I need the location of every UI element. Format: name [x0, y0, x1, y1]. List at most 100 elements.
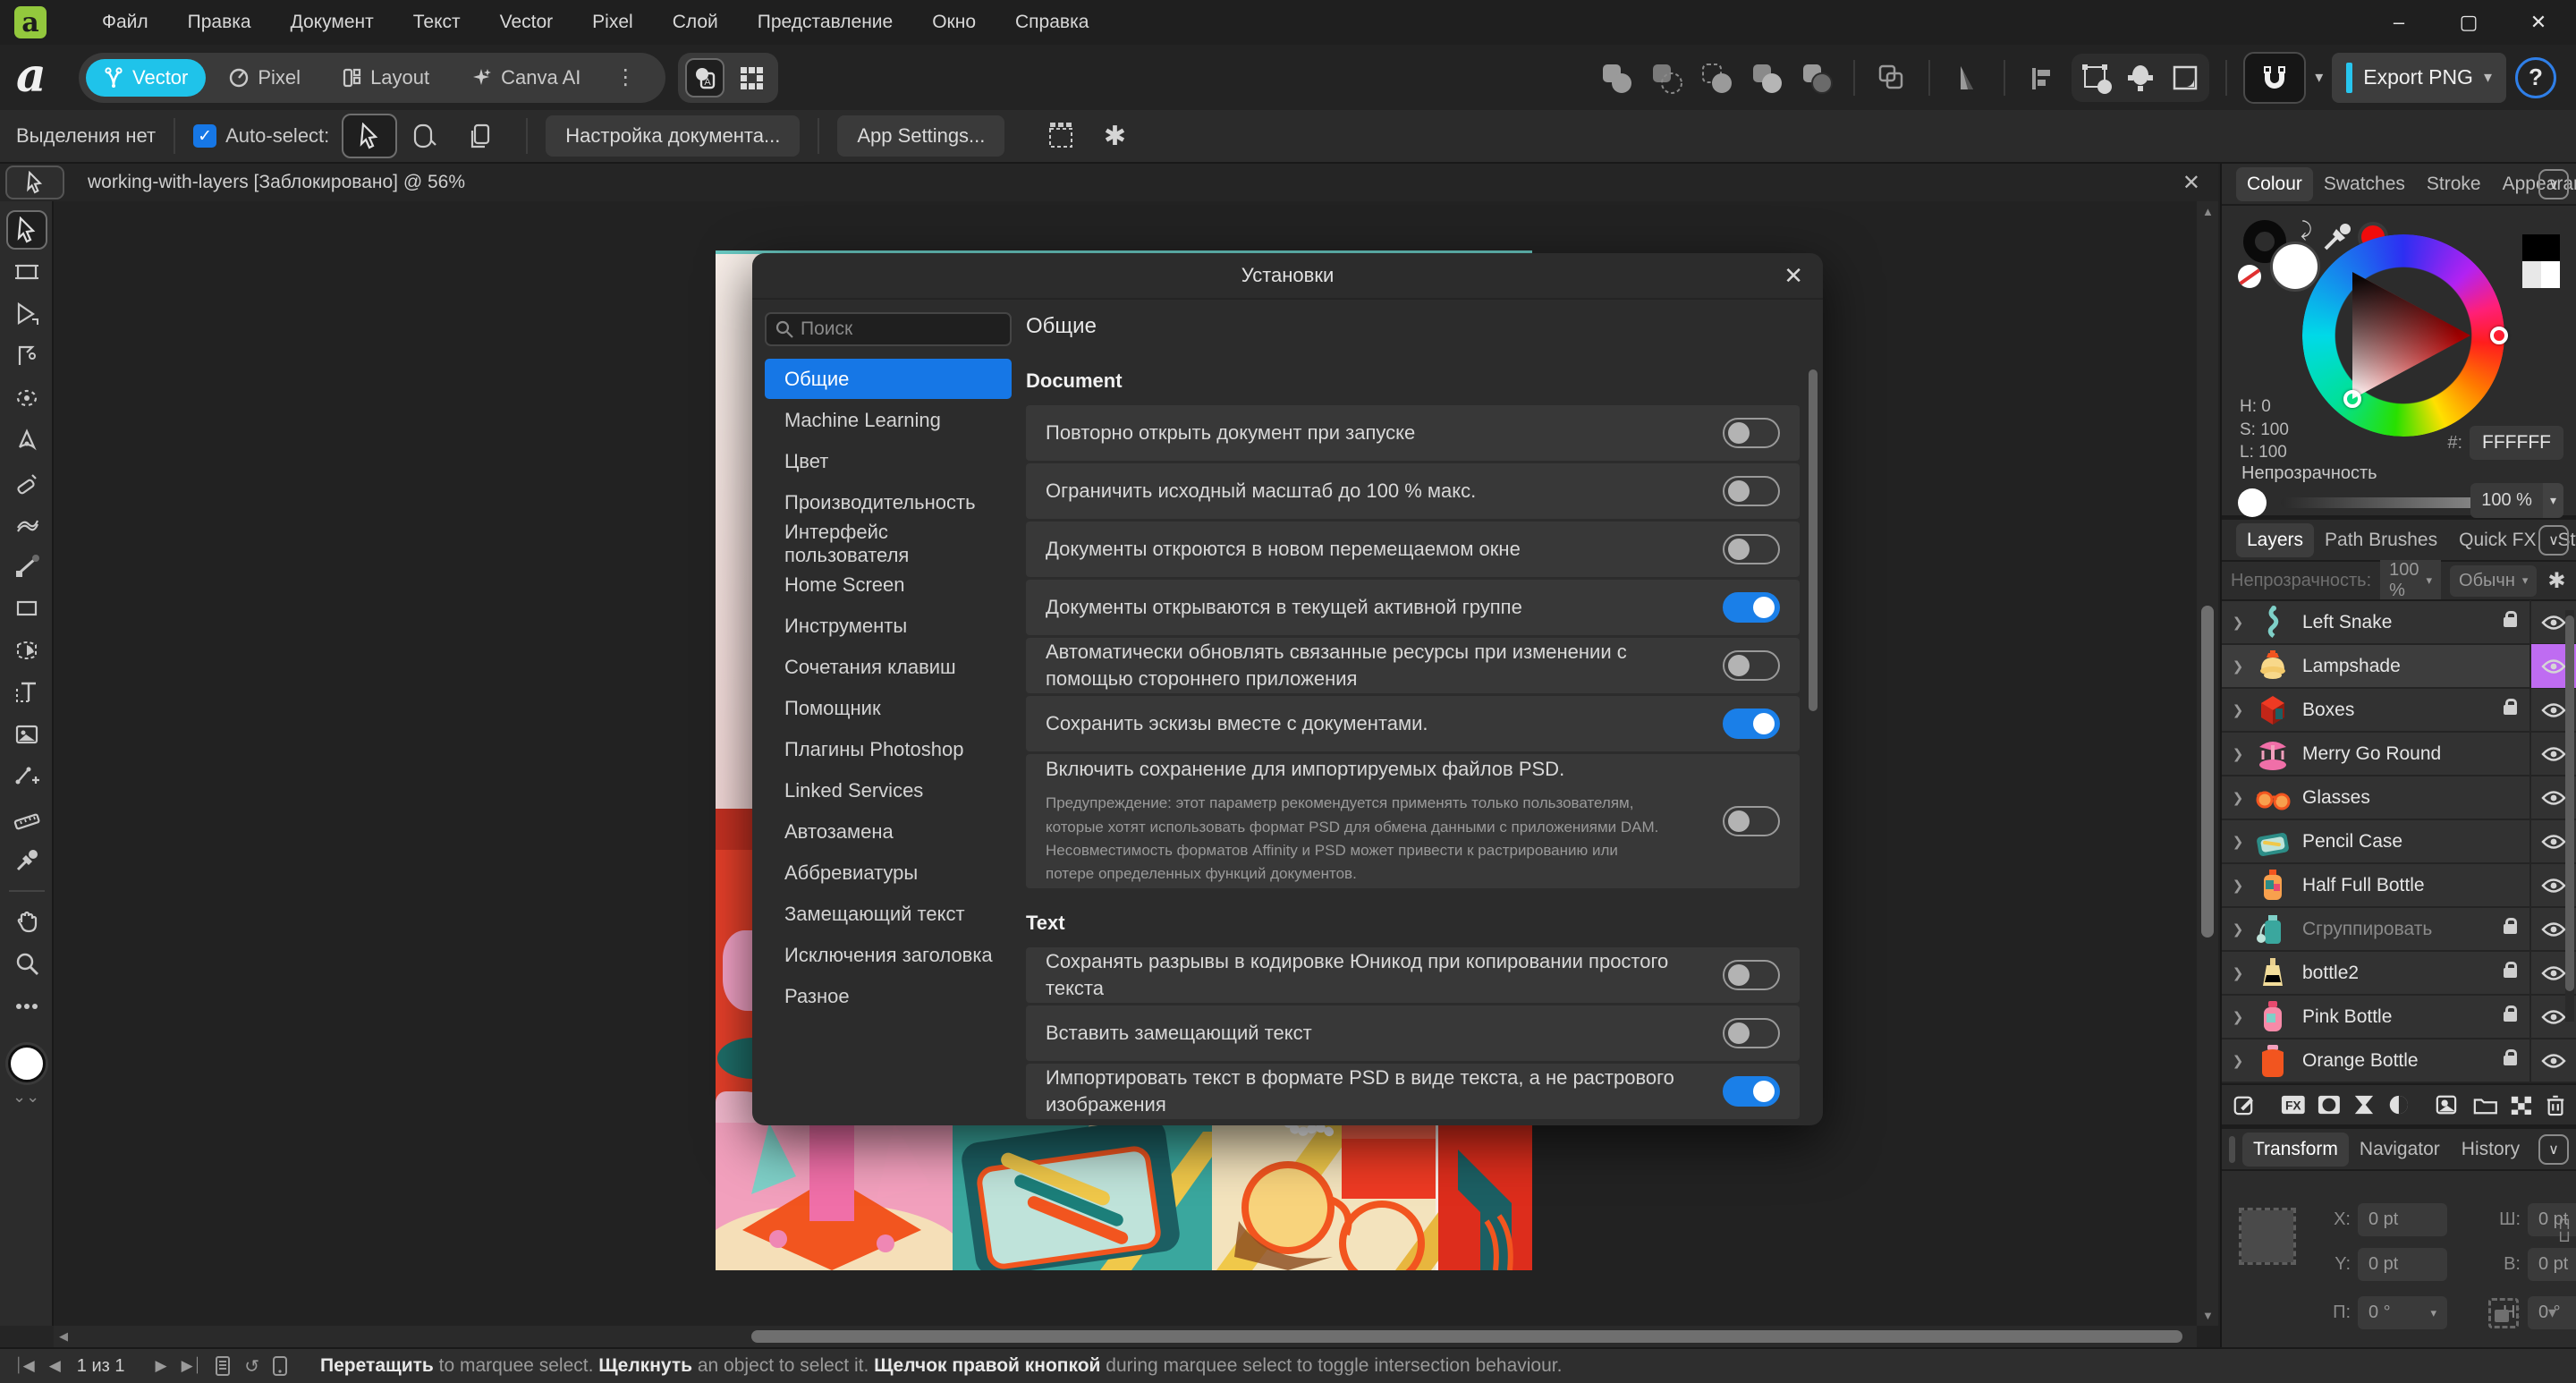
settings-category-инструменты[interactable]: Инструменты — [765, 606, 1012, 646]
hue-marker[interactable] — [2490, 327, 2508, 344]
link-dimensions-icon[interactable]: ⊓⊔ — [2558, 1218, 2571, 1243]
lock-icon[interactable] — [2504, 617, 2517, 627]
settings-category-разное[interactable]: Разное — [765, 976, 1012, 1016]
settings-category-linked-services[interactable]: Linked Services — [765, 770, 1012, 810]
artboard-tool[interactable] — [6, 252, 47, 292]
prev-page-button[interactable]: ◀ — [49, 1357, 61, 1375]
toggle-ui-mode-button[interactable]: A — [685, 58, 724, 98]
new-layer-icon[interactable] — [2436, 1092, 2461, 1117]
layer-expand-chevron[interactable]: ❯ — [2222, 1009, 2254, 1025]
menu-item-представление[interactable]: Представление — [741, 6, 909, 38]
select-copy-mode-button[interactable] — [453, 114, 508, 158]
pencil-tool[interactable] — [6, 462, 47, 502]
document-tab-title[interactable]: working-with-layers [Заблокировано] @ 56… — [88, 172, 465, 193]
minimize-button[interactable]: – — [2370, 3, 2428, 42]
layer-name[interactable]: Lampshade — [2302, 656, 2529, 677]
transparency-checker-icon[interactable] — [2510, 1092, 2533, 1117]
layers-scroll-thumb[interactable] — [2565, 615, 2574, 991]
settings-category-исключения-заголовка[interactable]: Исключения заголовка — [765, 935, 1012, 975]
toggle-switch[interactable] — [1723, 806, 1780, 836]
vertical-scroll-thumb[interactable] — [2201, 606, 2214, 938]
node-tool[interactable] — [6, 294, 47, 334]
layer-row-сгруппировать[interactable]: ❯Сгруппировать — [2222, 908, 2576, 952]
persona-tab-layout[interactable]: Layout — [324, 59, 447, 97]
toggle-switch[interactable] — [1723, 708, 1780, 739]
settings-gear-icon[interactable]: ✱ — [1094, 115, 1135, 157]
field-input[interactable]: 0 pt — [2358, 1248, 2447, 1281]
opacity-value-dropdown[interactable]: 100 % ▾ — [2470, 483, 2563, 518]
layer-name[interactable]: Orange Bottle — [2302, 1050, 2504, 1072]
transform-panel-menu-chevron[interactable]: ∨ — [2538, 1134, 2569, 1165]
boolean-intersect-icon[interactable] — [1696, 57, 1737, 98]
layer-row-left-snake[interactable]: ❯Left Snake — [2222, 601, 2576, 645]
layer-expand-chevron[interactable]: ❯ — [2222, 878, 2254, 894]
settings-category-производительность[interactable]: Производительность — [765, 482, 1012, 522]
corner-tool[interactable] — [6, 336, 47, 376]
menu-item-vector[interactable]: Vector — [484, 6, 570, 38]
layer-expand-chevron[interactable]: ❯ — [2222, 834, 2254, 850]
app-settings-button[interactable]: App Settings... — [837, 115, 1004, 157]
close-button[interactable]: ✕ — [2510, 3, 2567, 42]
measure-tool[interactable] — [6, 799, 47, 838]
transform-ellipse-icon[interactable] — [2120, 57, 2161, 98]
settings-category-цвет[interactable]: Цвет — [765, 441, 1012, 481]
menu-item-справка[interactable]: Справка — [999, 6, 1105, 38]
layer-name[interactable]: Merry Go Round — [2302, 743, 2529, 765]
transform-crop-icon[interactable] — [2165, 57, 2206, 98]
swap-colours-icon[interactable]: ⌄⌄ — [13, 1088, 39, 1107]
layer-row-boxes[interactable]: ❯Boxes — [2222, 689, 2576, 733]
layer-name[interactable]: Left Snake — [2302, 612, 2504, 633]
settings-category-плагины-photoshop[interactable]: Плагины Photoshop — [765, 729, 1012, 769]
hex-input[interactable]: FFFFFF — [2470, 426, 2563, 460]
opacity-slider[interactable] — [2281, 497, 2487, 508]
layer-expand-chevron[interactable]: ❯ — [2222, 746, 2254, 762]
select-cursor-mode-button[interactable] — [342, 114, 397, 158]
toggle-switch[interactable] — [1723, 960, 1780, 990]
boolean-add-icon[interactable] — [1596, 57, 1637, 98]
studio-grid-button[interactable] — [732, 58, 771, 98]
layer-row-orange-bottle[interactable]: ❯Orange Bottle — [2222, 1039, 2576, 1083]
lock-icon[interactable] — [2504, 924, 2517, 934]
anchor-point-selector[interactable] — [2241, 1210, 2293, 1262]
settings-category-общие[interactable]: Общие — [765, 359, 1012, 399]
gradient-tool[interactable] — [6, 547, 47, 586]
menu-item-документ[interactable]: Документ — [275, 6, 390, 38]
persona-tab-canva-ai[interactable]: Canva AI — [453, 59, 598, 97]
layers-tab-quick-fx[interactable]: Quick FX — [2448, 523, 2546, 557]
colour-picker-tool[interactable] — [6, 841, 47, 880]
tab-cursor-icon[interactable] — [5, 165, 64, 199]
layer-name[interactable]: Pink Bottle — [2302, 1006, 2504, 1028]
colour-panel-menu-chevron[interactable]: ∨ — [2538, 169, 2569, 199]
move-tool[interactable] — [6, 210, 47, 250]
layer-expand-chevron[interactable]: ❯ — [2222, 921, 2254, 938]
select-object-mode-button[interactable] — [397, 114, 453, 158]
vector-brush-tool[interactable] — [6, 505, 47, 544]
settings-category-помощник[interactable]: Помощник — [765, 688, 1012, 728]
field-input[interactable]: 0 pt — [2358, 1203, 2447, 1236]
pen-tool[interactable] — [6, 420, 47, 460]
layer-row-pink-bottle[interactable]: ❯ Pink Bottle — [2222, 996, 2576, 1039]
swap-fill-stroke-icon[interactable]: ⤸ — [2301, 218, 2312, 242]
transform-drag-grip[interactable] — [2229, 1136, 2235, 1163]
settings-category-сочетания-клавиш[interactable]: Сочетания клавиш — [765, 647, 1012, 687]
transform-origin-icon[interactable] — [2488, 1298, 2519, 1328]
layer-expand-chevron[interactable]: ❯ — [2222, 702, 2254, 718]
mask-icon[interactable] — [2318, 1092, 2341, 1117]
lock-icon[interactable] — [2504, 1056, 2517, 1065]
live-filter-icon[interactable] — [2387, 1092, 2411, 1117]
rotate-view-icon[interactable]: ↺ — [244, 1355, 259, 1378]
transform-box-icon[interactable] — [2075, 57, 2116, 98]
document-setup-button[interactable]: Настройка документа... — [546, 115, 800, 157]
export-png-button[interactable]: Export PNG ▾ — [2332, 53, 2506, 103]
layer-row-glasses[interactable]: ❯Glasses — [2222, 776, 2576, 820]
menu-item-слой[interactable]: Слой — [657, 6, 734, 38]
layer-expand-chevron[interactable]: ❯ — [2222, 790, 2254, 806]
transform-tab-transform[interactable]: Transform — [2242, 1133, 2349, 1167]
lock-icon[interactable] — [2504, 968, 2517, 978]
active-colour-well[interactable] — [8, 1045, 46, 1082]
colour-tab-swatches[interactable]: Swatches — [2313, 167, 2416, 201]
menu-item-файл[interactable]: Файл — [86, 6, 165, 38]
maximize-button[interactable]: ▢ — [2440, 3, 2497, 42]
fill-swatch[interactable] — [2270, 242, 2320, 292]
scroll-left-arrow[interactable]: ◀ — [59, 1329, 68, 1344]
